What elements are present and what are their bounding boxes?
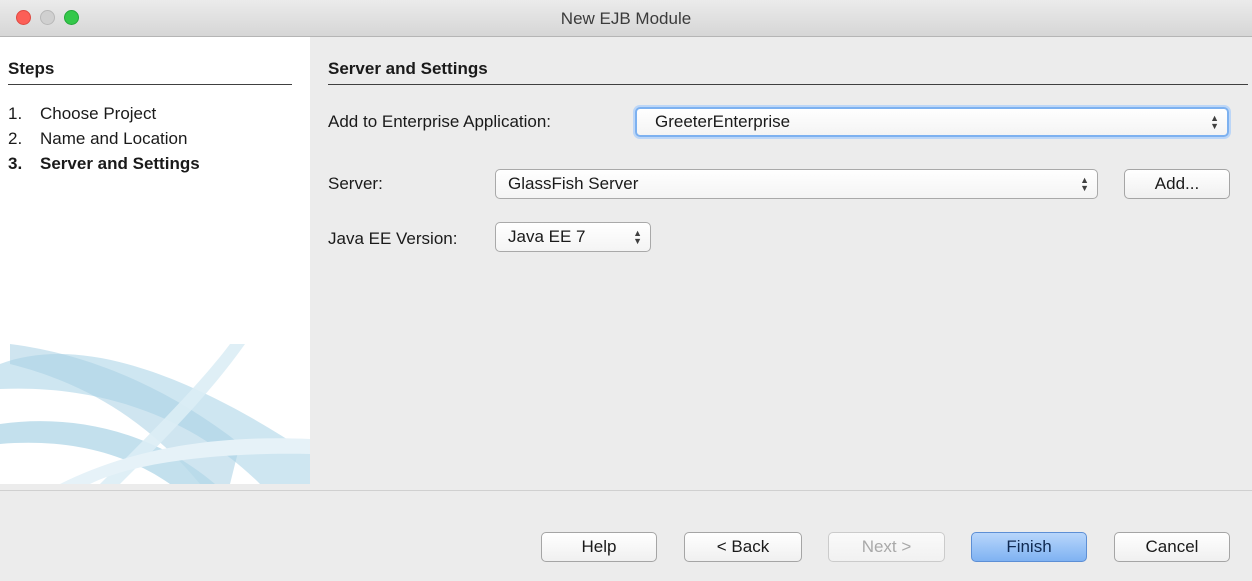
settings-panel: Server and Settings Add to Enterprise Ap… [310, 37, 1252, 484]
step-item-name-and-location: 2. Name and Location [8, 126, 200, 151]
enterprise-application-select[interactable]: GreeterEnterprise ▲ ▼ [635, 107, 1229, 137]
step-number: 1. [8, 104, 23, 123]
title-bar[interactable]: New EJB Module [0, 0, 1252, 37]
select-arrows-icon: ▲ ▼ [1210, 113, 1219, 131]
server-select[interactable]: GlassFish Server ▲ ▼ [495, 169, 1098, 199]
help-button[interactable]: Help [541, 532, 657, 562]
java-ee-version-select[interactable]: Java EE 7 ▲ ▼ [495, 222, 651, 252]
step-label: Name and Location [40, 129, 188, 148]
window-title: New EJB Module [560, 9, 692, 28]
steps-list: 1. Choose Project 2. Name and Location 3. S… [8, 101, 200, 176]
enterprise-application-value: GreeterEnterprise [655, 112, 791, 131]
java-ee-version-label: Java EE Version: [328, 229, 458, 248]
dialog-window: New EJB Module Steps 1. Choose Project 2.… [0, 0, 1252, 581]
select-arrows-icon: ▲ ▼ [1080, 175, 1089, 193]
server-value: GlassFish Server [508, 174, 639, 193]
section-heading: Server and Settings [328, 59, 1248, 85]
select-arrows-icon: ▲ ▼ [633, 228, 642, 246]
java-ee-version-value: Java EE 7 [508, 227, 586, 246]
finish-button[interactable]: Finish [971, 532, 1087, 562]
step-number: 3. [8, 154, 23, 173]
server-label: Server: [328, 174, 383, 193]
back-button[interactable]: < Back [684, 532, 802, 562]
add-server-button[interactable]: Add... [1124, 169, 1230, 199]
decorative-swoosh-graphic [0, 344, 310, 484]
next-button[interactable]: Next > [828, 532, 945, 562]
step-item-choose-project: 1. Choose Project [8, 101, 200, 126]
step-label: Choose Project [40, 104, 157, 123]
step-number: 2. [8, 129, 23, 148]
button-bar: Help < Back Next > Finish Cancel [0, 490, 1252, 581]
enterprise-application-label: Add to Enterprise Application: [328, 112, 552, 131]
step-label: Server and Settings [40, 154, 200, 173]
steps-panel: Steps 1. Choose Project 2. Name and Locati… [0, 37, 310, 484]
cancel-button[interactable]: Cancel [1114, 532, 1230, 562]
steps-heading: Steps [8, 59, 292, 85]
step-item-server-and-settings: 3. Server and Settings [8, 151, 200, 176]
